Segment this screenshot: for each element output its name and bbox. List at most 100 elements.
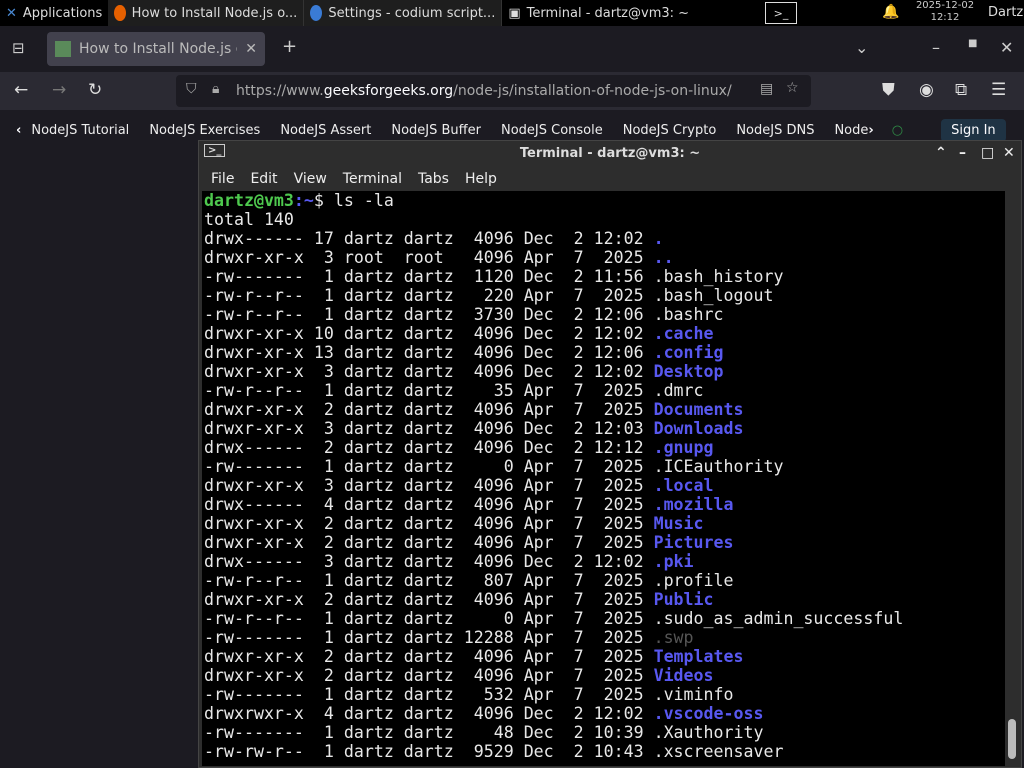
- tab-overview-icon[interactable]: ⊟: [12, 39, 25, 57]
- sign-in-button[interactable]: Sign In: [941, 118, 1006, 142]
- nav-link[interactable]: NodeJS Exercises: [139, 123, 270, 138]
- file-name: Templates: [653, 647, 744, 666]
- minimize-icon[interactable]: –: [932, 38, 940, 57]
- scroll-left-icon[interactable]: ‹: [0, 123, 21, 138]
- menu-icon[interactable]: ☰: [991, 80, 1006, 100]
- terminal-minimize-icon[interactable]: –: [959, 145, 966, 161]
- file-info: -rw------- 1 dartz dartz 1120 Dec 2 11:5…: [204, 267, 654, 286]
- file-info: -rw-r--r-- 1 dartz dartz 220 Apr 7 2025: [204, 286, 654, 305]
- nav-link[interactable]: NodeJS DNS: [726, 123, 824, 138]
- file-info: -rw-r--r-- 1 dartz dartz 807 Apr 7 2025: [204, 571, 654, 590]
- file-info: drwxr-xr-x 3 root root 4096 Apr 7 2025: [204, 248, 654, 267]
- file-row: -rw-r--r-- 1 dartz dartz 35 Apr 7 2025 .…: [204, 381, 1005, 400]
- reader-view-icon[interactable]: ▤: [760, 81, 773, 97]
- taskbar-window-firefox[interactable]: How to Install Node.js o...: [108, 0, 305, 26]
- file-row: -rw------- 1 dartz dartz 48 Dec 2 10:39 …: [204, 723, 1005, 742]
- menu-tabs[interactable]: Tabs: [410, 171, 457, 187]
- scrollbar-thumb[interactable]: [1008, 719, 1016, 759]
- file-info: drwxr-xr-x 2 dartz dartz 4096 Apr 7 2025: [204, 400, 654, 419]
- file-name: .xscreensaver: [653, 742, 784, 761]
- forward-icon[interactable]: →: [52, 80, 66, 100]
- new-tab-icon[interactable]: +: [282, 36, 297, 57]
- maximize-icon[interactable]: ■: [968, 38, 977, 49]
- file-name: .gnupg: [653, 438, 714, 457]
- close-tab-icon[interactable]: ✕: [245, 41, 257, 57]
- file-name: .bash_logout: [653, 286, 774, 305]
- back-icon[interactable]: ←: [14, 80, 28, 100]
- terminal-output[interactable]: dartz@vm3:~$ ls -la total 140 drwx------ 1…: [202, 191, 1005, 766]
- list-tabs-icon[interactable]: ⌄: [855, 38, 868, 57]
- applications-menu[interactable]: ✕ Applications: [0, 0, 108, 26]
- file-row: drwxr-xr-x 3 dartz dartz 4096 Dec 2 12:0…: [204, 419, 1005, 438]
- file-name: .ICEauthority: [653, 457, 784, 476]
- navigation-bar: ← → ↻ ⛉ 🔒︎ https://www. geeksforgeeks.org…: [0, 72, 1024, 110]
- browser-tab[interactable]: How to Install Node.js on ✕: [47, 32, 265, 66]
- reload-icon[interactable]: ↻: [88, 80, 102, 100]
- file-info: drwxr-xr-x 13 dartz dartz 4096 Dec 2 12:…: [204, 343, 654, 362]
- terminal-titlebar[interactable]: >_ Terminal - dartz@vm3: ~ ⌃ – □ ✕: [199, 141, 1021, 166]
- file-info: -rw-rw-r-- 1 dartz dartz 9529 Dec 2 10:4…: [204, 742, 654, 761]
- file-name: .Xauthority: [653, 723, 764, 742]
- terminal-close-icon[interactable]: ✕: [1003, 145, 1015, 161]
- menu-view[interactable]: View: [286, 171, 335, 187]
- lock-icon[interactable]: 🔒︎: [212, 81, 219, 97]
- file-row: -rw-r--r-- 1 dartz dartz 807 Apr 7 2025 …: [204, 571, 1005, 590]
- nav-link[interactable]: NodeJS Crypto: [613, 123, 727, 138]
- file-row: drwxr-xr-x 2 dartz dartz 4096 Apr 7 2025…: [204, 590, 1005, 609]
- terminal-scrollbar[interactable]: [1005, 191, 1019, 766]
- file-name: Downloads: [653, 419, 744, 438]
- nav-link[interactable]: NodeJS Buffer: [381, 123, 491, 138]
- file-info: -rw------- 1 dartz dartz 48 Dec 2 10:39: [204, 723, 654, 742]
- file-name: .local: [653, 476, 714, 495]
- menu-help[interactable]: Help: [457, 171, 505, 187]
- close-window-icon[interactable]: ✕: [1000, 38, 1013, 57]
- file-name: Videos: [653, 666, 714, 685]
- terminal-launcher-icon[interactable]: >_: [765, 2, 797, 24]
- file-name: ..: [653, 248, 674, 267]
- file-info: drwxr-xr-x 2 dartz dartz 4096 Apr 7 2025: [204, 533, 654, 552]
- nav-link[interactable]: NodeJS Assert: [270, 123, 381, 138]
- pocket-icon[interactable]: ⛊: [882, 80, 895, 100]
- nav-link[interactable]: Node: [824, 123, 868, 138]
- file-name: .: [653, 229, 664, 248]
- notification-bell-icon[interactable]: 🔔: [882, 4, 899, 20]
- file-name: Desktop: [653, 362, 724, 381]
- scroll-right-icon[interactable]: ›: [868, 123, 873, 138]
- nav-link[interactable]: NodeJS Console: [491, 123, 613, 138]
- file-name: .sudo_as_admin_successful: [653, 609, 904, 628]
- file-info: drwxrwxr-x 4 dartz dartz 4096 Dec 2 12:0…: [204, 704, 654, 723]
- search-icon[interactable]: ○: [892, 123, 903, 138]
- file-row: drwx------ 4 dartz dartz 4096 Apr 7 2025…: [204, 495, 1005, 514]
- nav-link[interactable]: NodeJS Tutorial: [21, 123, 139, 138]
- shield-icon[interactable]: ⛉: [186, 81, 197, 97]
- terminal-shade-icon[interactable]: ⌃: [935, 145, 947, 161]
- taskbar-window-terminal[interactable]: ▣ Terminal - dartz@vm3: ~: [502, 0, 695, 26]
- extensions-icon[interactable]: ⧉: [955, 80, 967, 100]
- menu-terminal[interactable]: Terminal: [335, 171, 410, 187]
- file-row: -rw------- 1 dartz dartz 0 Apr 7 2025 .I…: [204, 457, 1005, 476]
- file-name: .viminfo: [653, 685, 734, 704]
- account-icon[interactable]: ◉: [919, 80, 934, 100]
- file-name: .vscode-oss: [653, 704, 764, 723]
- file-name: Public: [653, 590, 714, 609]
- file-row: drwxr-xr-x 13 dartz dartz 4096 Dec 2 12:…: [204, 343, 1005, 362]
- terminal-window: >_ Terminal - dartz@vm3: ~ ⌃ – □ ✕ File …: [198, 140, 1022, 768]
- clock[interactable]: 2025-12-02 12:12: [905, 0, 985, 24]
- file-row: drwxr-xr-x 10 dartz dartz 4096 Dec 2 12:…: [204, 324, 1005, 343]
- menu-edit[interactable]: Edit: [242, 171, 285, 187]
- file-info: drwx------ 3 dartz dartz 4096 Dec 2 12:0…: [204, 552, 654, 571]
- taskbar-window-codium[interactable]: Settings - codium script...: [304, 0, 503, 26]
- bookmark-star-icon[interactable]: ☆: [786, 80, 799, 96]
- file-name: .dmrc: [653, 381, 704, 400]
- file-row: drwx------ 3 dartz dartz 4096 Dec 2 12:0…: [204, 552, 1005, 571]
- terminal-maximize-icon[interactable]: □: [981, 145, 994, 161]
- file-name: .config: [653, 343, 724, 362]
- menu-file[interactable]: File: [203, 171, 242, 187]
- file-info: -rw------- 1 dartz dartz 532 Apr 7 2025: [204, 685, 654, 704]
- url-bar[interactable]: ⛉ 🔒︎ https://www. geeksforgeeks.org/node-…: [176, 75, 811, 107]
- file-info: -rw-r--r-- 1 dartz dartz 3730 Dec 2 12:0…: [204, 305, 654, 324]
- file-name: .mozilla: [653, 495, 734, 514]
- file-row: drwx------ 17 dartz dartz 4096 Dec 2 12:…: [204, 229, 1005, 248]
- user-menu[interactable]: Dartz: [988, 5, 1023, 20]
- file-row: drwxr-xr-x 3 dartz dartz 4096 Dec 2 12:0…: [204, 362, 1005, 381]
